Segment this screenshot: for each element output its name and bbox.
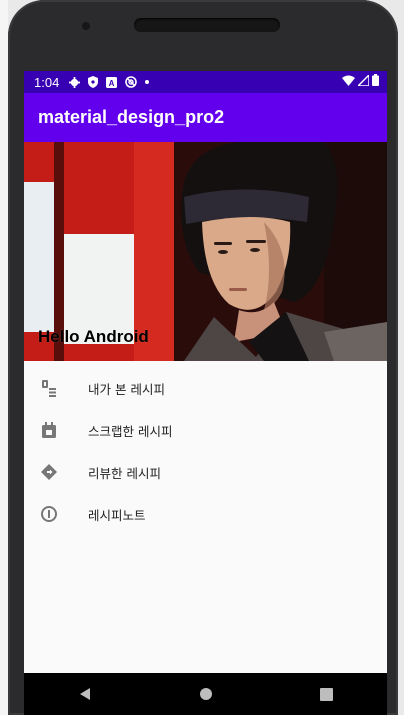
battery-icon [372,74,379,90]
gear-icon [69,76,81,88]
menu-item-viewed-recipes[interactable]: 내가 본 레시피 [24,367,387,409]
menu-item-scrapped-recipes[interactable]: 스크랩한 레시피 [24,409,387,451]
phone-screen: 1:04 A material_design_pro2 Hello Androi… [24,71,387,715]
a-box-icon: A [106,76,118,88]
circle-at-icon [125,76,138,88]
diamond-directions-icon [40,463,58,481]
menu-item-recipe-note[interactable]: 레시피노트 [24,493,387,535]
menu-item-reviewed-recipes[interactable]: 리뷰한 레시피 [24,451,387,493]
status-bar: 1:04 A [24,71,387,93]
front-camera [82,22,90,30]
menu-item-label: 리뷰한 레시피 [88,465,161,481]
svg-text:A: A [109,79,115,88]
drawer-menu: 내가 본 레시피 스크랩한 레시피 리뷰한 레시피 레시피노트 [24,361,387,535]
system-navigation-bar [24,673,387,715]
background-window-edge [0,0,8,715]
status-time: 1:04 [34,74,60,90]
wifi-icon [342,75,355,90]
calendar-scrap-icon [40,421,58,439]
viewed-list-icon [40,379,58,397]
menu-item-label: 스크랩한 레시피 [88,423,173,439]
info-circle-icon [40,505,58,523]
recents-icon[interactable] [307,679,347,709]
app-title: material_design_pro2 [38,107,225,127]
menu-item-label: 레시피노트 [88,507,146,523]
drawer-header-title: Hello Android [38,327,149,346]
drawer-header: Hello Android [24,142,387,361]
home-icon[interactable] [186,679,226,709]
shield-icon [88,76,99,88]
menu-item-label: 내가 본 레시피 [88,381,165,397]
earpiece-speaker [134,18,280,32]
back-icon[interactable] [65,679,105,709]
signal-icon [356,72,370,90]
dot-icon [145,80,150,84]
app-bar: material_design_pro2 [24,93,387,142]
